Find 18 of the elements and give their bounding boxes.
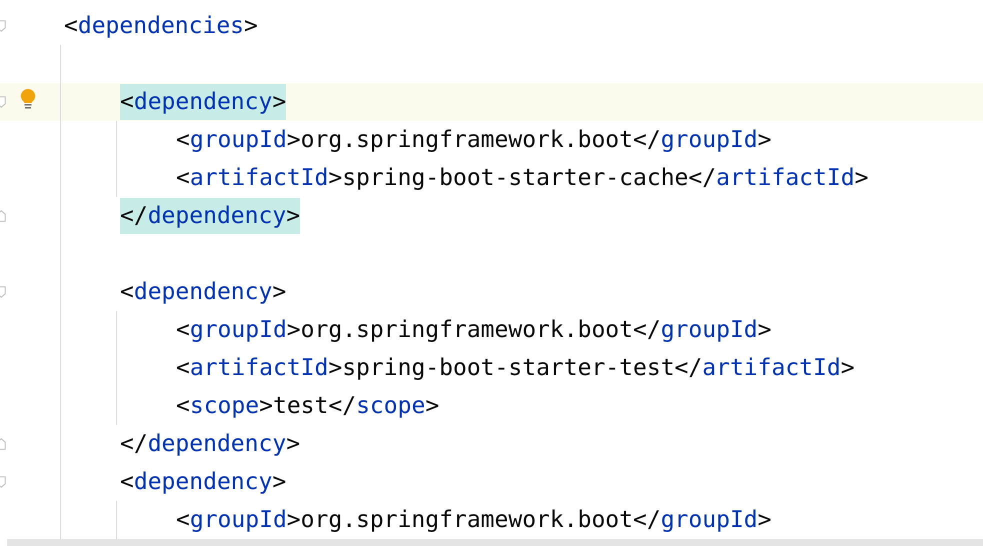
fold-marker-icon[interactable] bbox=[0, 437, 7, 451]
code-line: </dependency> bbox=[120, 430, 300, 458]
fold-marker-icon[interactable] bbox=[0, 285, 7, 299]
lightbulb-icon[interactable] bbox=[20, 88, 36, 110]
fold-marker-icon[interactable] bbox=[0, 95, 7, 109]
code-line: <dependencies> bbox=[64, 12, 258, 40]
code-line: <artifactId>spring-boot-starter-cache</artifactId> bbox=[176, 164, 868, 192]
code-line: <groupId>org.springframework.boot</groupId> bbox=[176, 126, 772, 154]
fold-marker-icon[interactable] bbox=[0, 209, 7, 223]
fold-marker-icon[interactable] bbox=[0, 475, 7, 489]
code-line: <artifactId>spring-boot-starter-test</artifactId> bbox=[176, 354, 855, 382]
code-line: <groupId>org.springframework.boot</groupId> bbox=[176, 316, 772, 344]
horizontal-scrollbar[interactable] bbox=[7, 539, 983, 546]
code-line: <dependency> bbox=[120, 468, 286, 496]
code-line: <scope>test</scope> bbox=[176, 392, 440, 420]
code-line: <dependency> bbox=[120, 278, 286, 306]
fold-marker-icon[interactable] bbox=[0, 19, 7, 33]
code-line: <groupId>org.springframework.boot</groupId> bbox=[176, 506, 772, 534]
